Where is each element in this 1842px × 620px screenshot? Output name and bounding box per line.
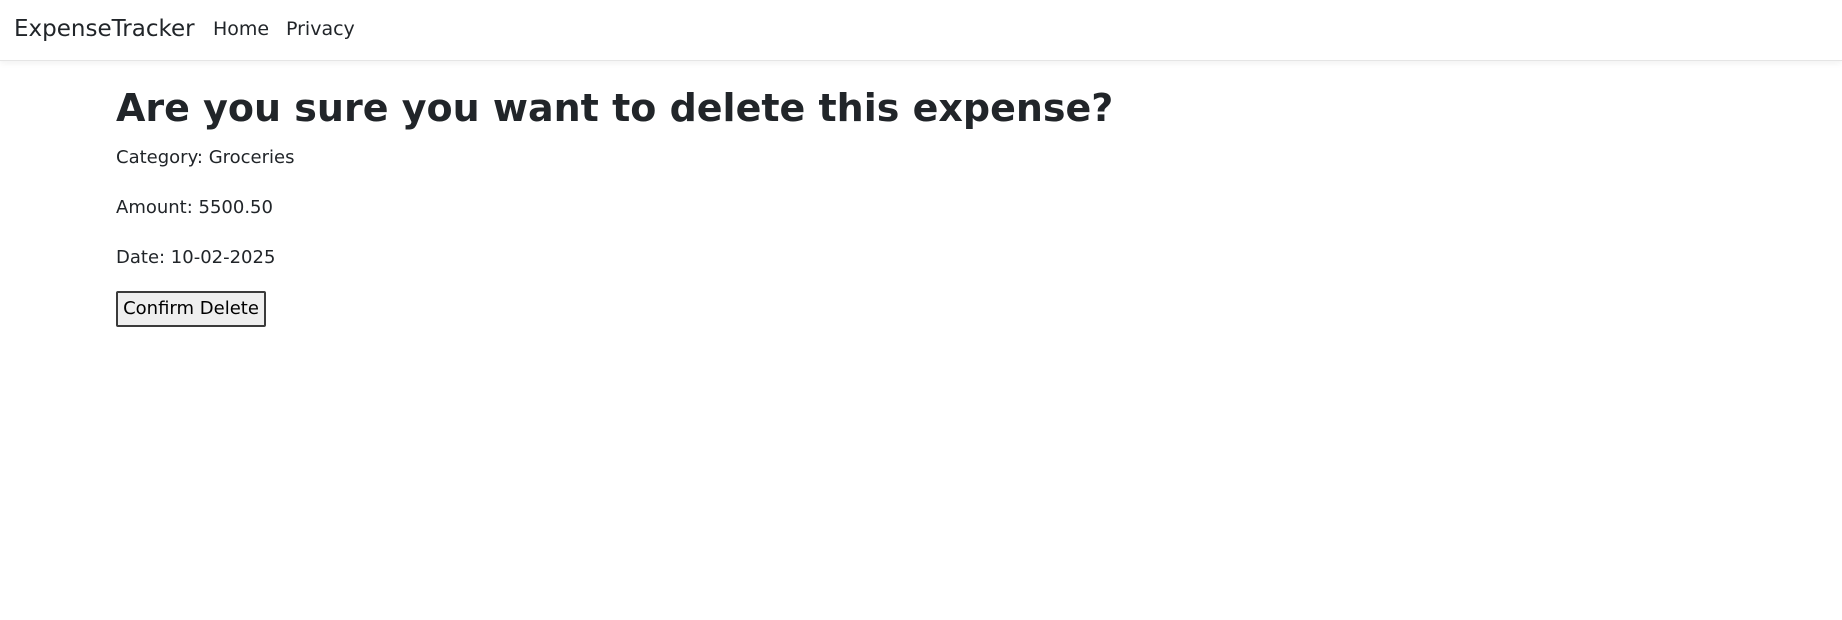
top-navbar: ExpenseTracker Home Privacy bbox=[0, 0, 1842, 61]
nav-link-home[interactable]: Home bbox=[213, 16, 269, 42]
date-text: Date: 10-02-2025 bbox=[116, 247, 276, 268]
amount-text: Amount: 5500.50 bbox=[116, 197, 273, 218]
nav-link-privacy[interactable]: Privacy bbox=[286, 16, 355, 42]
brand-link[interactable]: ExpenseTracker bbox=[14, 14, 195, 44]
confirm-delete-button[interactable]: Confirm Delete bbox=[116, 291, 266, 327]
category-text: Category: Groceries bbox=[116, 147, 295, 168]
page-title: Are you sure you want to delete this exp… bbox=[116, 86, 1114, 130]
